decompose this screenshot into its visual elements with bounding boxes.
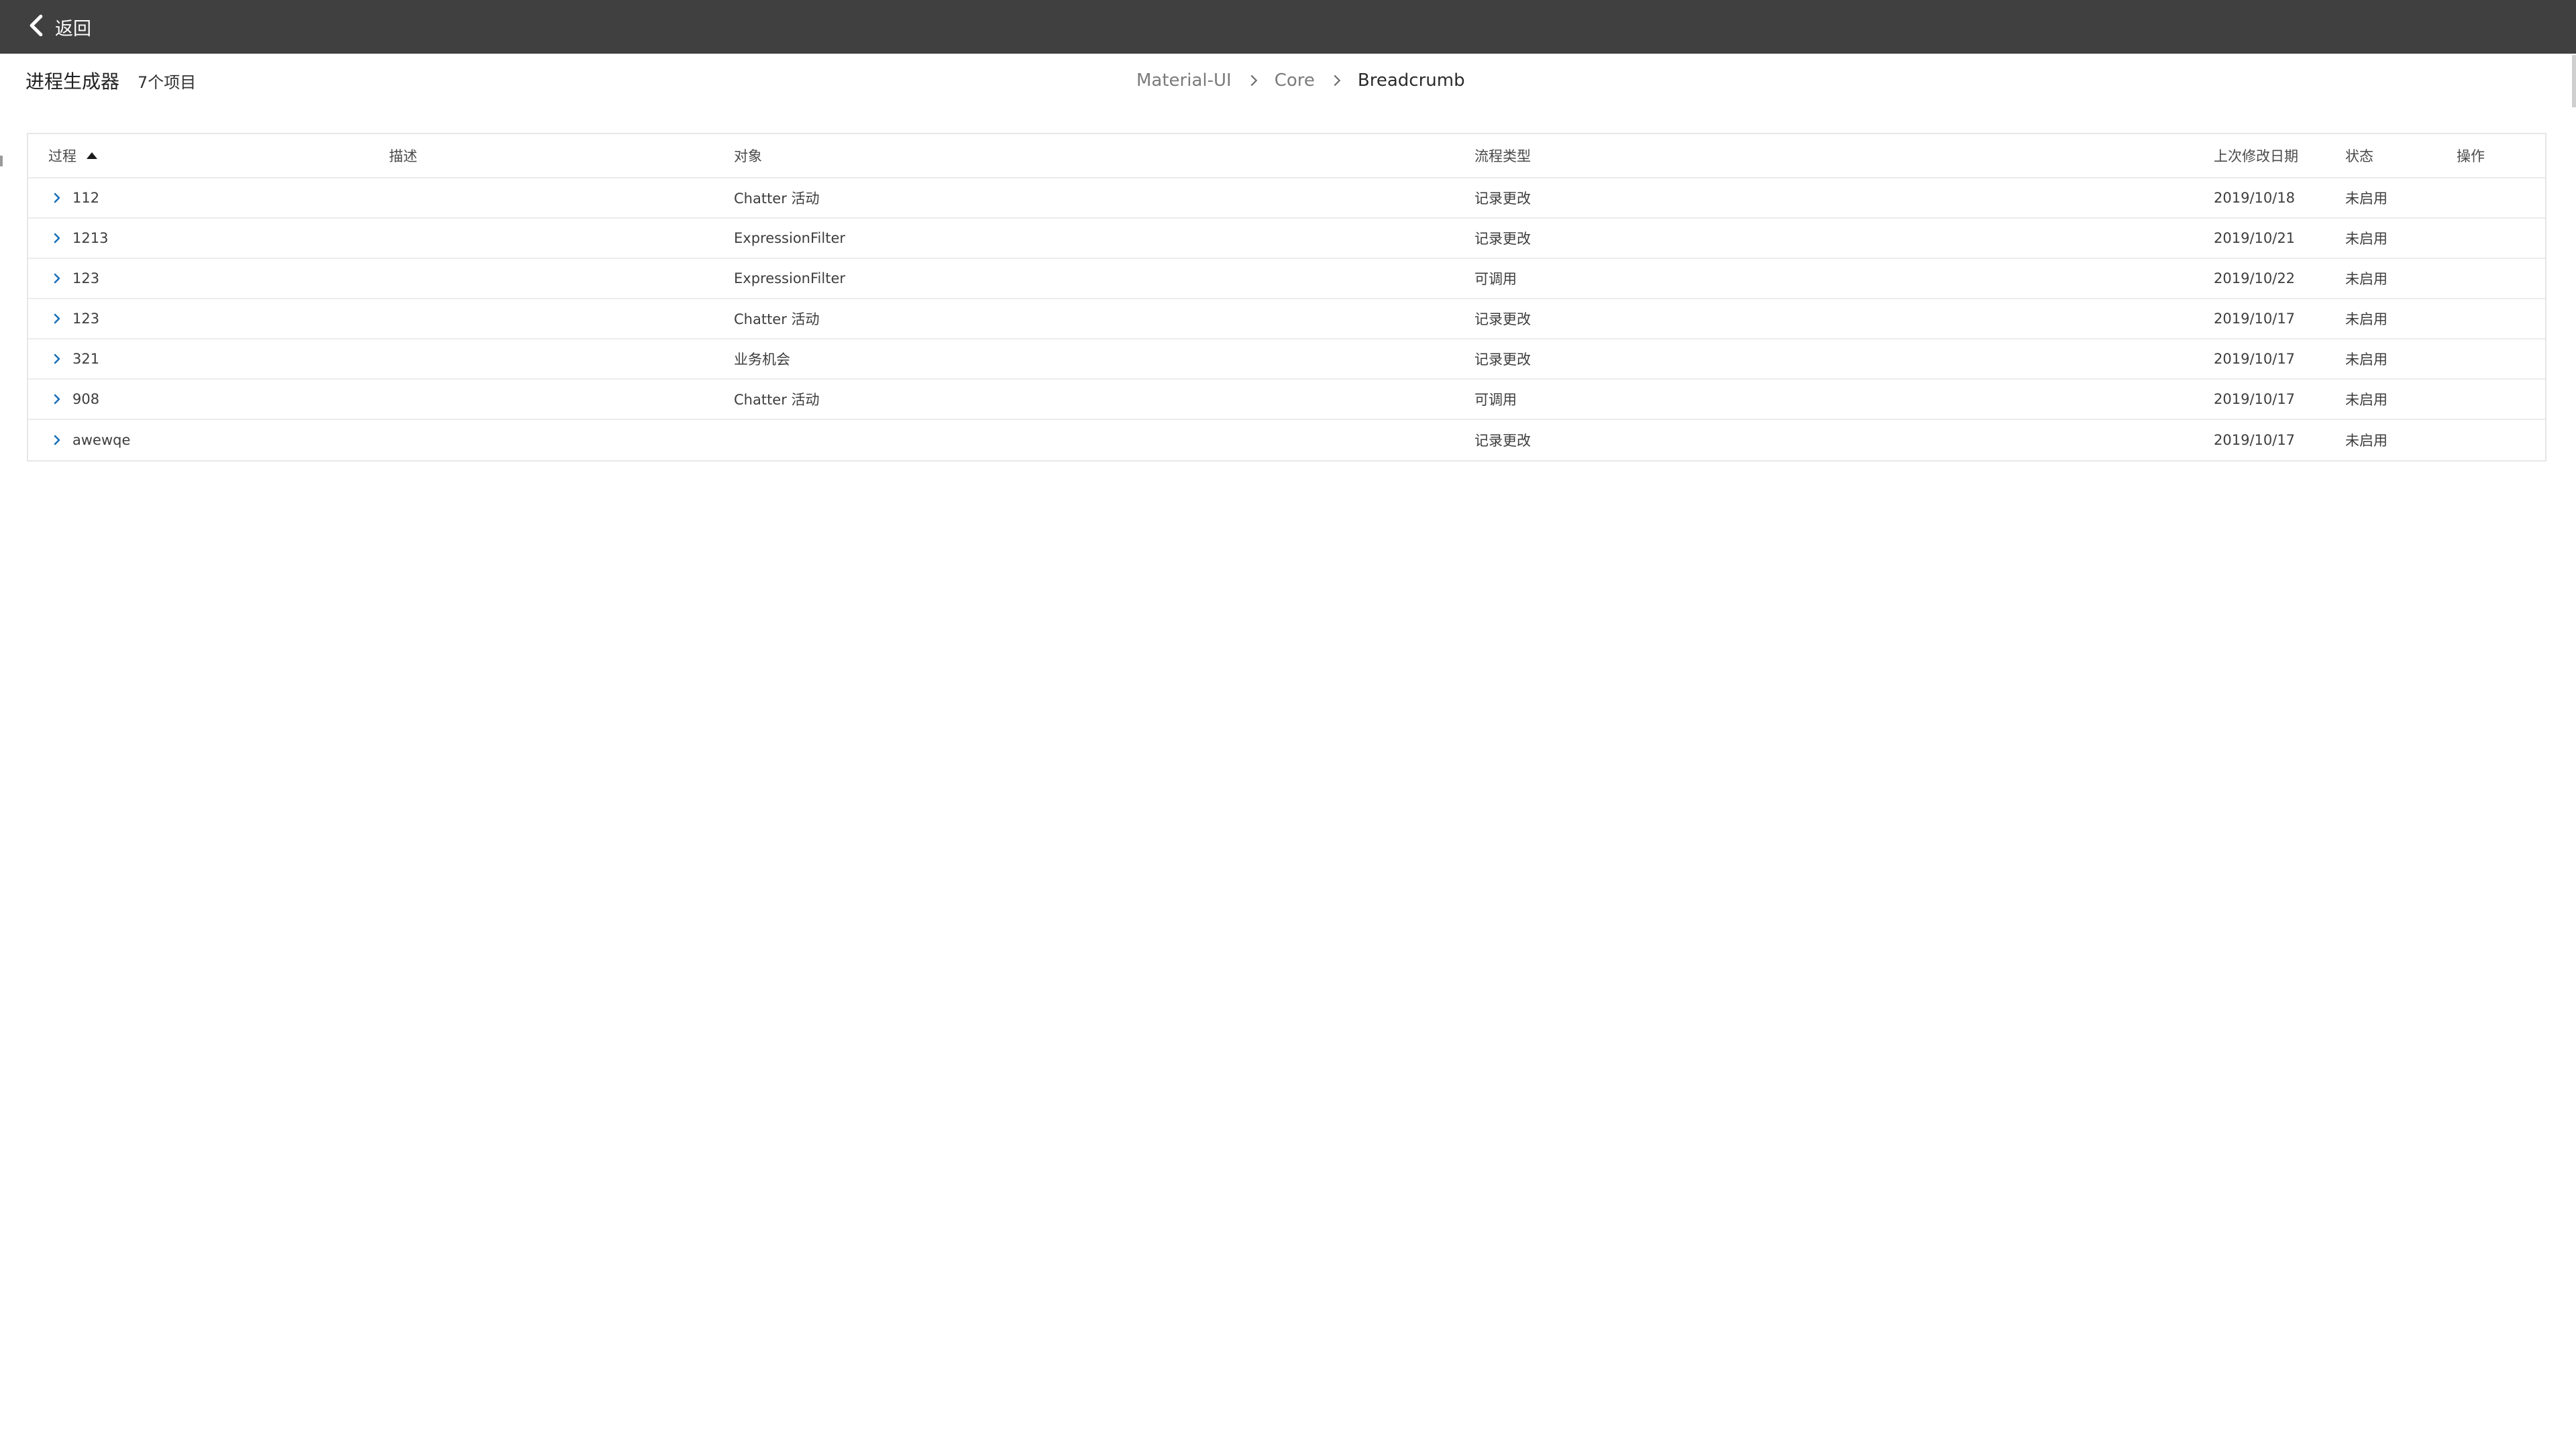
object-cell: ExpressionFilter: [734, 230, 846, 246]
table-header-row: 过程 描述 对象 流程类型 上次修改日期 状态 操作: [28, 134, 2545, 178]
status-cell: 未启用: [2345, 231, 2387, 247]
back-button[interactable]: 返回: [27, 0, 91, 54]
table-row[interactable]: 123 ExpressionFilter 可调用 2019/10/22 未启用: [28, 259, 2545, 299]
column-header-status[interactable]: 状态: [2345, 134, 2373, 177]
object-cell: Chatter 活动: [734, 191, 820, 207]
table-row[interactable]: awewqe 记录更改 2019/10/17 未启用: [28, 420, 2545, 460]
status-cell: 未启用: [2345, 433, 2387, 449]
status-cell: 未启用: [2345, 311, 2387, 327]
item-count: 7个项目: [138, 72, 197, 92]
last-modified-cell: 2019/10/22: [2214, 270, 2296, 286]
chevron-right-icon: [1249, 74, 1258, 87]
process-cell: 123: [48, 299, 99, 338]
process-type-cell: 可调用: [1474, 392, 1517, 408]
process-name[interactable]: 1213: [72, 230, 108, 246]
column-header-object[interactable]: 对象: [734, 134, 762, 177]
column-header-label: 过程: [48, 148, 76, 164]
chevron-right-icon[interactable]: [48, 310, 66, 327]
process-cell: 1213: [48, 219, 108, 258]
chevron-right-icon[interactable]: [48, 270, 66, 287]
last-modified-cell: 2019/10/17: [2214, 432, 2296, 448]
page-title: 进程生成器: [25, 70, 120, 93]
chevron-right-icon[interactable]: [48, 350, 66, 368]
column-header-description[interactable]: 描述: [389, 134, 417, 177]
chevron-right-icon[interactable]: [48, 189, 66, 207]
top-bar: 返回: [0, 0, 2576, 54]
breadcrumb-link-material-ui[interactable]: Material-UI: [1136, 70, 1232, 91]
process-cell: awewqe: [48, 420, 130, 460]
table-row[interactable]: 1213 ExpressionFilter 记录更改 2019/10/21 未启用: [28, 219, 2545, 259]
last-modified-cell: 2019/10/17: [2214, 351, 2296, 367]
breadcrumb-current: Breadcrumb: [1357, 70, 1465, 91]
status-cell: 未启用: [2345, 392, 2387, 408]
breadcrumb: Material-UI Core Breadcrumb: [1136, 66, 1465, 95]
process-type-cell: 记录更改: [1474, 311, 1531, 327]
last-modified-cell: 2019/10/21: [2214, 230, 2296, 246]
chevron-left-icon: [27, 14, 46, 40]
process-name[interactable]: 908: [72, 391, 99, 407]
column-header-actions: 操作: [2457, 148, 2485, 164]
process-table: 过程 描述 对象 流程类型 上次修改日期 状态 操作 112 Chatter 活动…: [27, 133, 2546, 462]
chevron-right-icon: [1332, 74, 1342, 87]
process-cell: 123: [48, 259, 99, 298]
process-name[interactable]: 321: [72, 351, 99, 367]
process-name[interactable]: 123: [72, 270, 99, 286]
table-row[interactable]: 908 Chatter 活动 可调用 2019/10/17 未启用: [28, 380, 2545, 420]
scrollbar[interactable]: [2572, 55, 2576, 107]
process-type-cell: 记录更改: [1474, 433, 1531, 449]
back-label: 返回: [55, 18, 91, 40]
process-name[interactable]: 112: [72, 190, 99, 206]
status-cell: 未启用: [2345, 352, 2387, 368]
status-cell: 未启用: [2345, 271, 2387, 287]
chevron-right-icon[interactable]: [48, 431, 66, 449]
caret-up-icon: [87, 152, 97, 159]
process-cell: 112: [48, 178, 99, 217]
process-cell: 321: [48, 339, 99, 378]
column-header-last-modified[interactable]: 上次修改日期: [2214, 134, 2298, 177]
column-header-process[interactable]: 过程: [48, 134, 98, 177]
chevron-right-icon[interactable]: [48, 390, 66, 408]
process-name[interactable]: awewqe: [72, 432, 130, 448]
process-type-cell: 记录更改: [1474, 191, 1531, 207]
column-header-process-type[interactable]: 流程类型: [1474, 134, 1531, 177]
process-cell: 908: [48, 380, 99, 419]
process-type-cell: 记录更改: [1474, 231, 1531, 247]
process-type-cell: 记录更改: [1474, 352, 1531, 368]
edge-handle: [0, 156, 3, 166]
object-cell: 业务机会: [734, 352, 790, 368]
last-modified-cell: 2019/10/17: [2214, 391, 2296, 407]
status-cell: 未启用: [2345, 191, 2387, 207]
object-cell: Chatter 活动: [734, 311, 820, 327]
object-cell: ExpressionFilter: [734, 270, 846, 286]
table-row[interactable]: 123 Chatter 活动 记录更改 2019/10/17 未启用: [28, 299, 2545, 339]
process-type-cell: 可调用: [1474, 271, 1517, 287]
object-cell: Chatter 活动: [734, 392, 820, 408]
breadcrumb-link-core[interactable]: Core: [1275, 70, 1315, 91]
chevron-right-icon[interactable]: [48, 229, 66, 247]
table-row[interactable]: 321 业务机会 记录更改 2019/10/17 未启用: [28, 339, 2545, 380]
last-modified-cell: 2019/10/18: [2214, 190, 2296, 206]
last-modified-cell: 2019/10/17: [2214, 311, 2296, 327]
table-row[interactable]: 112 Chatter 活动 记录更改 2019/10/18 未启用: [28, 178, 2545, 219]
process-name[interactable]: 123: [72, 311, 99, 327]
